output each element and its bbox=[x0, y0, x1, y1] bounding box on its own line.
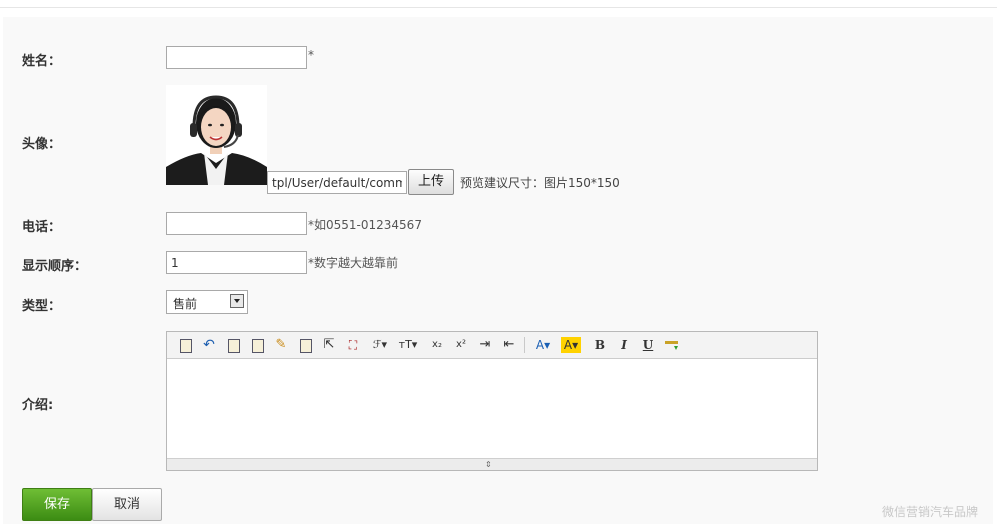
outdent-icon[interactable]: ⇤ bbox=[501, 337, 517, 353]
source-icon[interactable] bbox=[177, 337, 193, 353]
avatar-label: 头像： bbox=[22, 137, 62, 152]
phone-label: 电话： bbox=[22, 220, 62, 235]
name-required-mark: * bbox=[308, 48, 314, 62]
select-all-icon[interactable] bbox=[297, 337, 313, 353]
pointer-icon[interactable]: ⇱ bbox=[321, 337, 337, 353]
fullscreen-icon[interactable]: ⛶ bbox=[345, 337, 361, 353]
avatar-path-input[interactable] bbox=[267, 171, 407, 194]
avatar-size-hint: 预览建议尺寸：图片150*150 bbox=[460, 176, 620, 190]
editor-resize-handle[interactable]: ⇕ bbox=[167, 458, 817, 470]
editor-toolbar: ↶ ✎ ⇱ ⛶ ℱ▾ тT▾ x₂ x² ⇥ ⇤ A▾ A▾ B I U bbox=[167, 332, 817, 359]
phone-input[interactable] bbox=[166, 212, 307, 235]
indent-icon[interactable]: ⇥ bbox=[477, 337, 493, 353]
clear-format-icon[interactable]: ✎ bbox=[273, 337, 289, 353]
toolbar-separator bbox=[524, 337, 525, 353]
font-color-icon[interactable]: A▾ bbox=[533, 337, 553, 353]
upload-button[interactable]: 上传 bbox=[408, 169, 454, 195]
resize-grip-icon: ⇕ bbox=[485, 460, 492, 469]
type-label: 类型： bbox=[22, 299, 62, 314]
phone-hint: *如0551-01234567 bbox=[308, 218, 422, 232]
order-label: 显示顺序： bbox=[22, 259, 88, 274]
font-size-icon[interactable]: тT▾ bbox=[397, 337, 419, 353]
name-input[interactable] bbox=[166, 46, 307, 69]
chevron-down-icon[interactable] bbox=[230, 294, 244, 308]
paste-text-icon[interactable] bbox=[225, 337, 241, 353]
subscript-icon[interactable]: x₂ bbox=[429, 337, 445, 353]
paste-word-icon[interactable] bbox=[249, 337, 265, 353]
highlight-color-icon[interactable]: A▾ bbox=[561, 337, 581, 353]
horizontal-rule-icon[interactable] bbox=[664, 337, 680, 353]
font-family-icon[interactable]: ℱ▾ bbox=[369, 337, 391, 353]
superscript-icon[interactable]: x² bbox=[453, 337, 469, 353]
type-select[interactable]: 售前 bbox=[166, 290, 248, 314]
order-input[interactable] bbox=[166, 251, 307, 274]
rich-text-editor: ↶ ✎ ⇱ ⛶ ℱ▾ тT▾ x₂ x² ⇥ ⇤ A▾ A▾ B I U ⇕ bbox=[166, 331, 818, 471]
order-hint: *数字越大越靠前 bbox=[308, 256, 399, 270]
top-divider bbox=[0, 7, 997, 8]
underline-icon[interactable]: U bbox=[640, 337, 656, 353]
editor-content-area[interactable] bbox=[167, 359, 817, 459]
type-select-value: 售前 bbox=[173, 297, 198, 311]
watermark: 微信营销汽车品牌 bbox=[882, 505, 979, 519]
bold-icon[interactable]: B bbox=[592, 337, 608, 353]
avatar-preview bbox=[166, 85, 267, 185]
name-label: 姓名： bbox=[22, 54, 62, 69]
cancel-button[interactable]: 取消 bbox=[92, 488, 162, 521]
italic-icon[interactable]: I bbox=[616, 337, 632, 353]
save-button[interactable]: 保存 bbox=[22, 488, 92, 521]
intro-label: 介绍: bbox=[22, 398, 54, 413]
undo-icon[interactable]: ↶ bbox=[201, 337, 217, 353]
